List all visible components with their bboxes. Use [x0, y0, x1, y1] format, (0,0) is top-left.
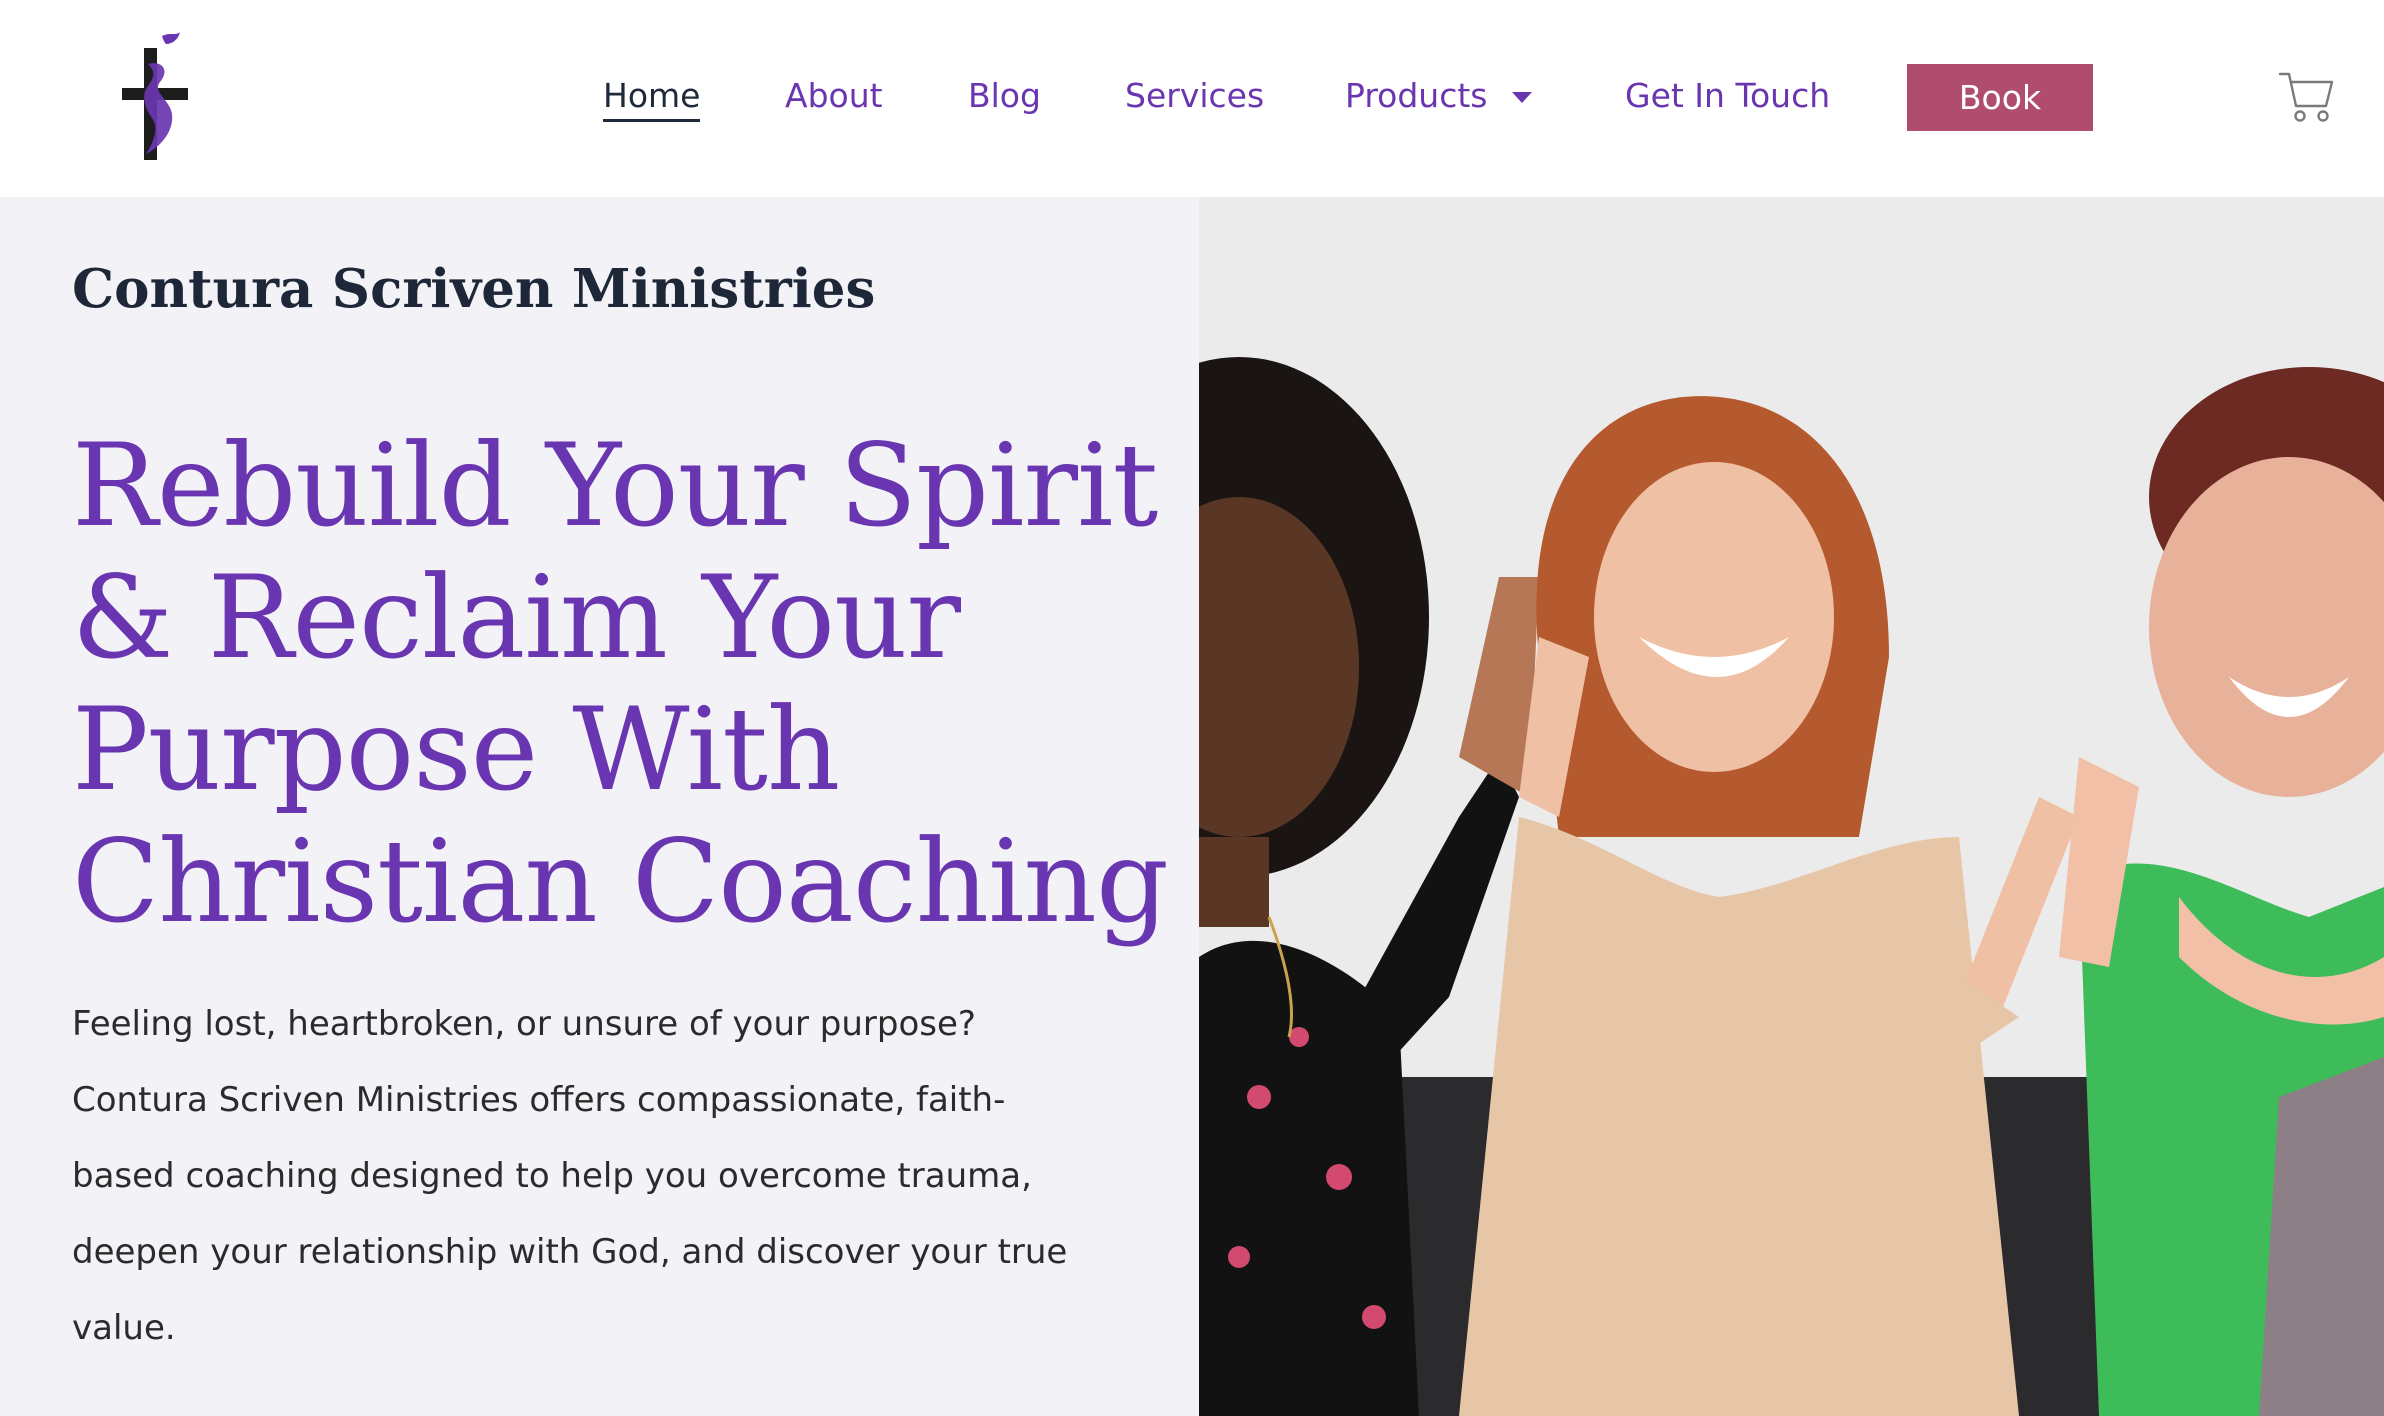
hero-title-line: Rebuild Your Spirit [72, 419, 1158, 552]
hero-title-line: Christian Coaching [72, 815, 1169, 948]
nav-about[interactable]: About [785, 66, 883, 126]
brand-heading: Contura Scriven Ministries [72, 258, 876, 320]
nav-home-label: Home [603, 76, 701, 115]
site-header: Home About Blog Services Products Get In… [0, 0, 2384, 197]
nav-blog[interactable]: Blog [968, 66, 1041, 126]
chevron-down-icon[interactable] [1512, 92, 1532, 103]
book-button[interactable]: Book [1907, 64, 2093, 131]
nav-products-label: Products [1345, 76, 1488, 115]
shopping-cart-icon[interactable] [2278, 70, 2334, 124]
nav-get-in-touch[interactable]: Get In Touch [1625, 66, 1830, 126]
cross-dove-logo-icon[interactable] [118, 30, 194, 162]
active-underline [603, 119, 701, 122]
hero-photo [1199, 197, 2384, 1416]
nav-home[interactable]: Home [603, 66, 701, 126]
nav-products[interactable]: Products [1345, 66, 1488, 126]
nav-services[interactable]: Services [1125, 66, 1264, 126]
hero-title-line: & Reclaim Your [72, 551, 961, 684]
hero-description: Feeling lost, heartbroken, or unsure of … [72, 1004, 1068, 1348]
hero-title: Rebuild Your Spirit & Reclaim Your Purpo… [72, 420, 1182, 948]
hero-title-line: Purpose With [72, 683, 840, 816]
